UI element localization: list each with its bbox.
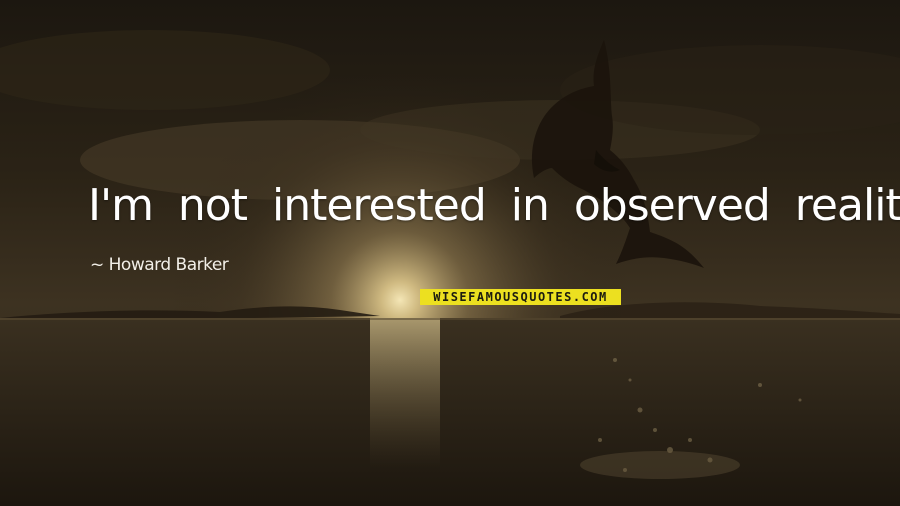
quote-text: I'm not interested in observed reality.	[88, 180, 900, 231]
sunset-dolphin-photo	[0, 0, 900, 506]
brand-label: WISEFAMOUSQUOTES.COM	[433, 289, 608, 305]
quote-card: I'm not interested in observed reality. …	[0, 0, 900, 506]
quote-author: ~ Howard Barker	[90, 255, 229, 275]
brand-badge: WISEFAMOUSQUOTES.COM	[420, 289, 621, 305]
